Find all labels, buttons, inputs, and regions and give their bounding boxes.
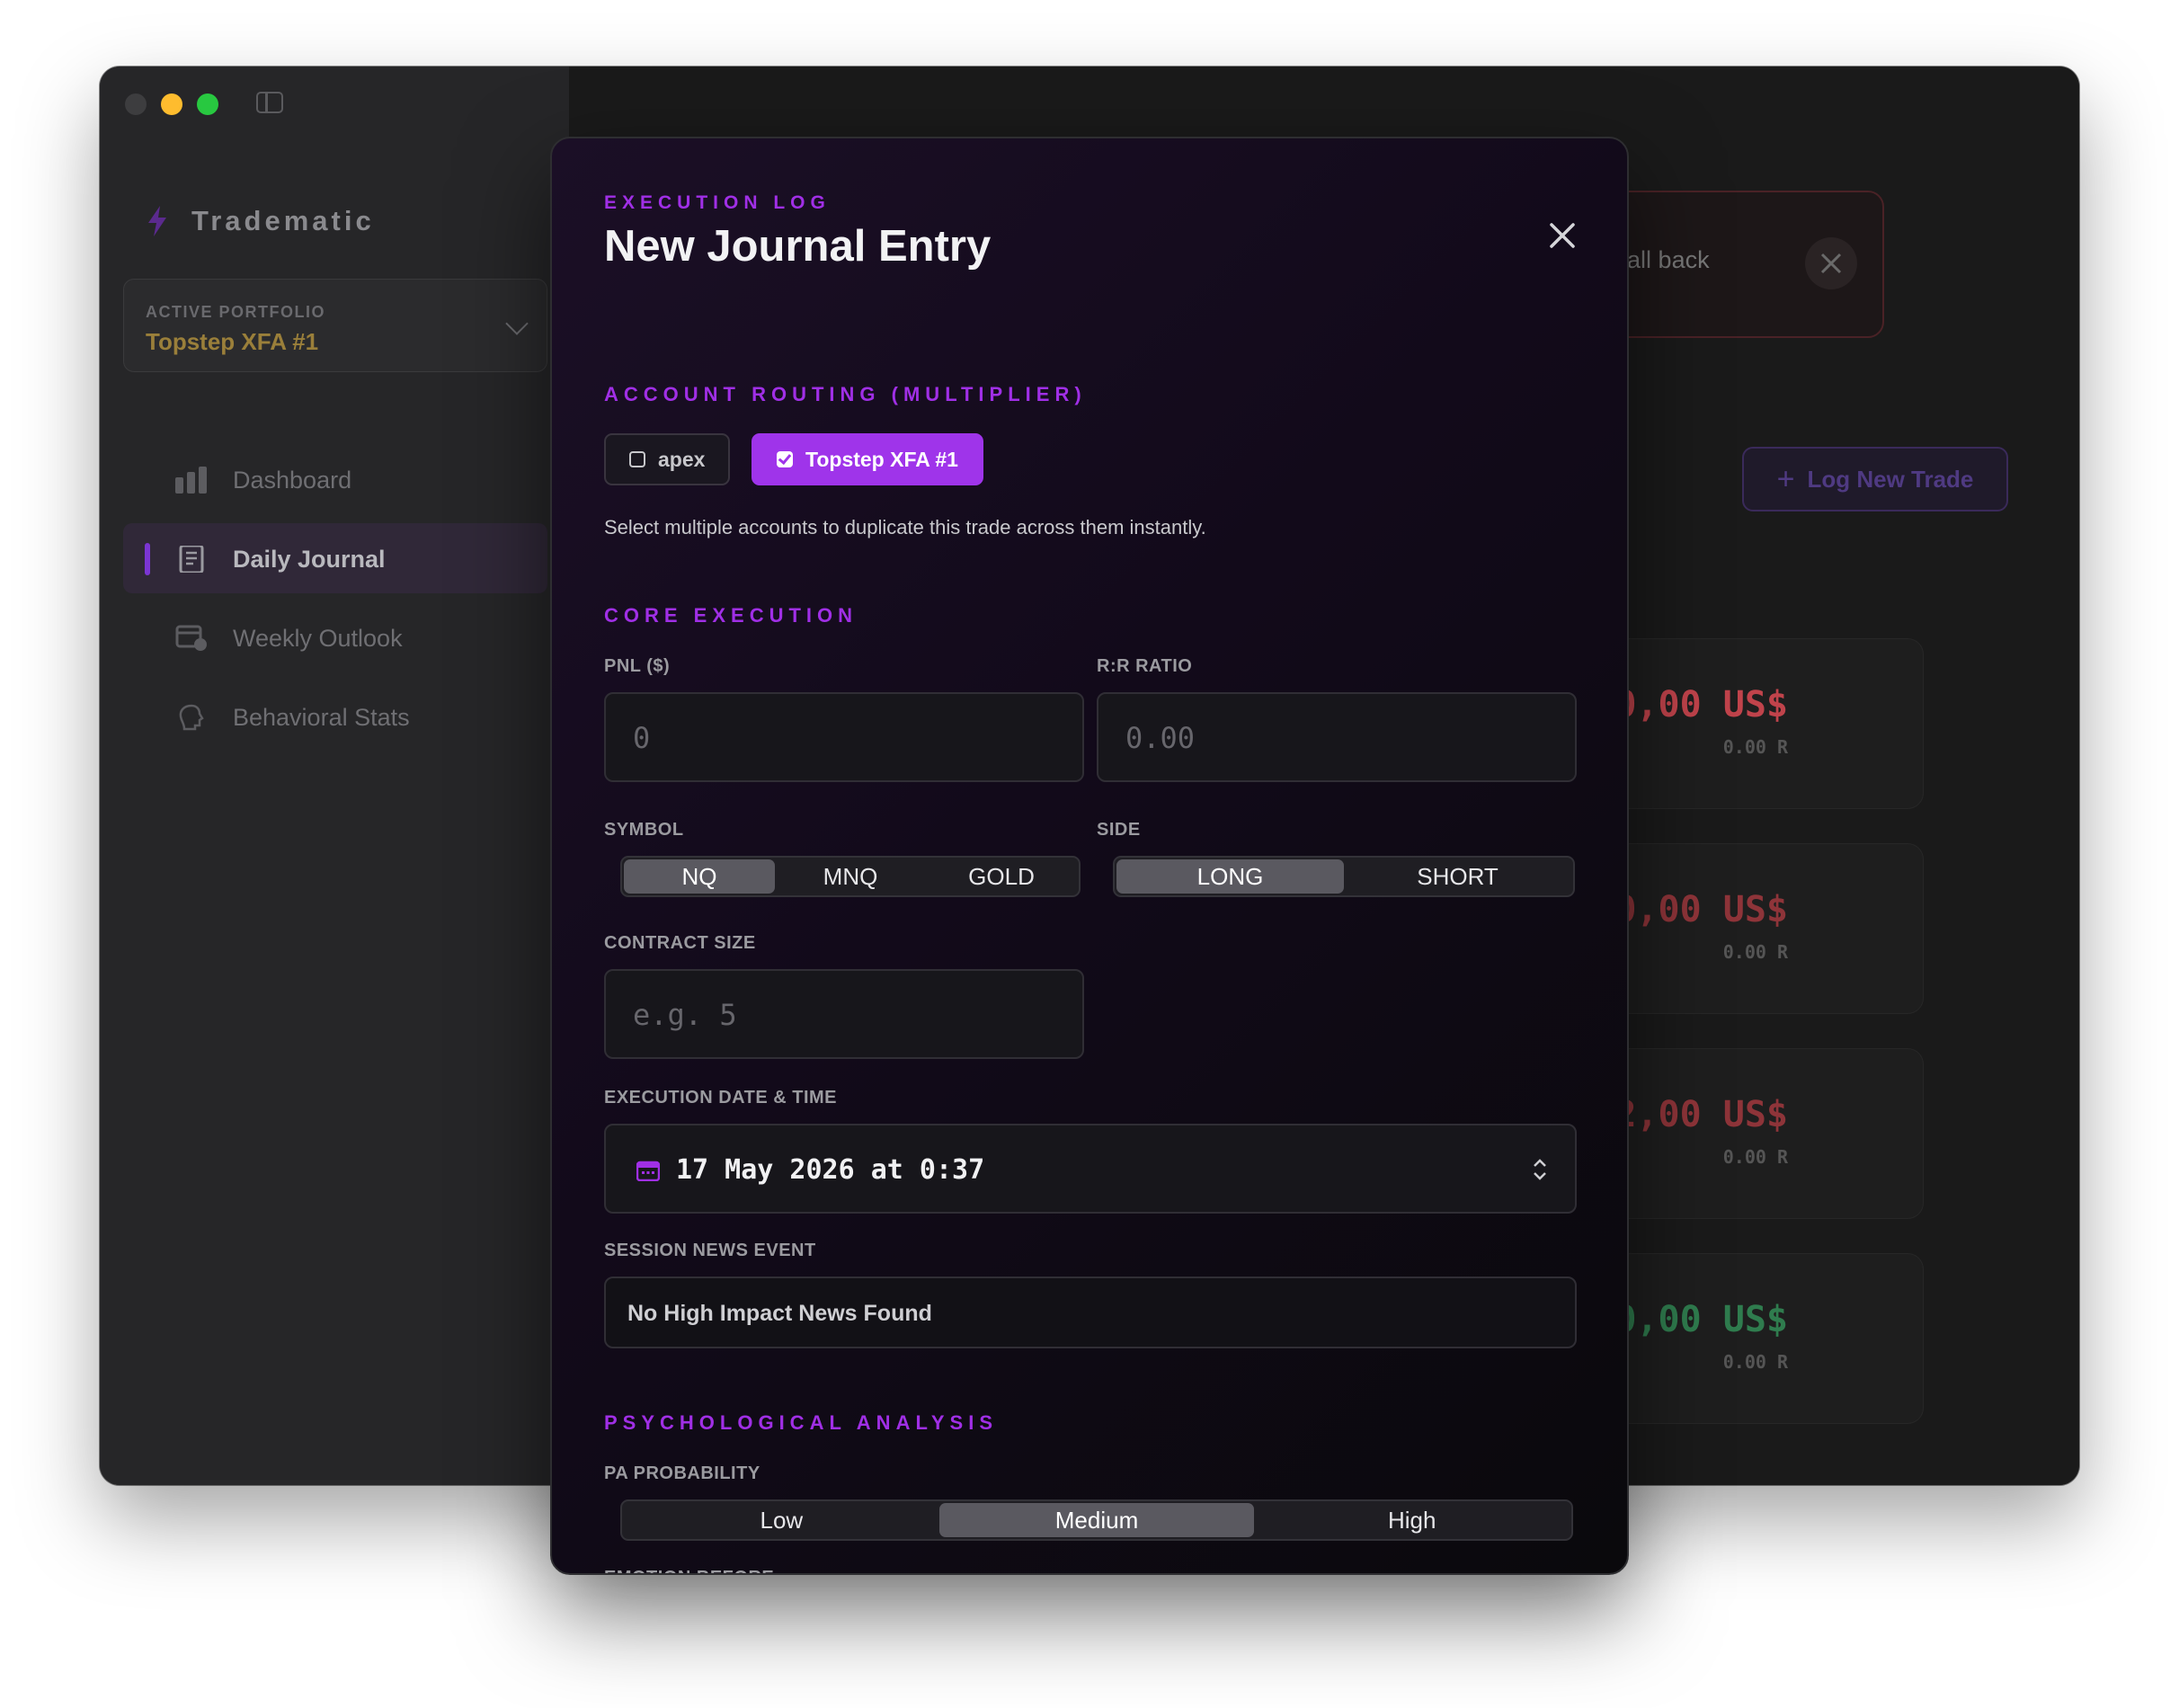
symbol-label: SYMBOL	[604, 820, 684, 840]
pa-probability-segmented-control: Low Medium High	[620, 1499, 1573, 1541]
bolt-icon	[148, 206, 166, 236]
pa-option-low[interactable]: Low	[624, 1503, 939, 1537]
sidebar-item-dashboard[interactable]: Dashboard	[123, 444, 547, 514]
chevron-down-icon	[505, 312, 529, 335]
side-option-long[interactable]: LONG	[1116, 859, 1344, 894]
section-title-routing: ACCOUNT ROUTING (MULTIPLIER)	[604, 383, 1087, 405]
contract-size-label: CONTRACT SIZE	[604, 933, 756, 953]
pnl-label: PNL ($)	[604, 656, 671, 676]
contract-size-input[interactable]: e.g. 5	[604, 969, 1084, 1059]
sidebar-toggle-icon[interactable]	[256, 92, 283, 113]
contract-size-placeholder: e.g. 5	[633, 998, 737, 1032]
app-name: Tradematic	[191, 205, 375, 236]
log-new-trade-label: Log New Trade	[1807, 465, 1974, 493]
datetime-picker[interactable]: 17 May 2026 at 0:37	[604, 1124, 1577, 1214]
pnl-input[interactable]: 0	[604, 692, 1084, 782]
brain-icon	[179, 704, 204, 731]
section-title-psych: PSYCHOLOGICAL ANALYSIS	[604, 1411, 999, 1434]
window-controls	[125, 93, 218, 115]
pnl-placeholder: 0	[633, 721, 651, 755]
session-news-field: No High Impact News Found	[604, 1277, 1577, 1348]
emotion-before-label: EMOTION BEFORE	[604, 1568, 774, 1573]
routing-helper-text: Select multiple accounts to duplicate th…	[604, 516, 1206, 538]
log-new-trade-button[interactable]: + Log New Trade	[1742, 447, 2008, 512]
session-news-label: SESSION NEWS EVENT	[604, 1241, 816, 1260]
sidebar-item-behavioral-stats[interactable]: Behavioral Stats	[123, 681, 547, 752]
account-chip-topstep[interactable]: Topstep XFA #1	[752, 433, 983, 485]
modal-title: New Journal Entry	[604, 222, 992, 271]
calendar-clock-icon	[175, 625, 207, 651]
trade-r-value: 0.00 R	[1722, 1351, 1788, 1373]
sidebar: Tradematic ACTIVE PORTFOLIO Topstep XFA …	[100, 67, 570, 1485]
banner-close-button[interactable]	[1805, 237, 1857, 289]
side-segmented-control: LONG SHORT	[1113, 856, 1575, 897]
account-chip-apex[interactable]: apex	[604, 433, 731, 485]
checkbox-icon	[629, 451, 645, 467]
active-indicator	[145, 543, 150, 575]
trade-r-value: 0.00 R	[1722, 1146, 1788, 1168]
maximize-window-button[interactable]	[197, 93, 218, 115]
datetime-label: EXECUTION DATE & TIME	[604, 1088, 838, 1108]
symbol-option-nq[interactable]: NQ	[624, 859, 775, 894]
section-title-core: CORE EXECUTION	[604, 604, 858, 627]
close-icon	[1820, 253, 1842, 274]
portfolio-label: ACTIVE PORTFOLIO	[146, 303, 326, 321]
pa-option-high[interactable]: High	[1254, 1503, 1570, 1537]
bar-chart-icon	[175, 467, 207, 494]
new-journal-entry-modal: EXECUTION LOG New Journal Entry ACCOUNT …	[550, 137, 1629, 1575]
checked-checkbox-icon	[777, 451, 793, 467]
minimize-window-button[interactable]	[161, 93, 182, 115]
pa-option-medium[interactable]: Medium	[938, 1503, 1255, 1537]
sidebar-item-label: Dashboard	[233, 467, 352, 494]
plus-icon: +	[1776, 462, 1795, 496]
brand: Tradematic	[147, 205, 375, 237]
rr-label: R:R RATIO	[1097, 656, 1193, 676]
session-news-value: No High Impact News Found	[627, 1301, 932, 1326]
pa-probability-label: PA PROBABILITY	[604, 1463, 760, 1483]
stepper-chevrons-icon[interactable]	[1532, 1156, 1548, 1183]
modal-eyebrow: EXECUTION LOG	[604, 192, 831, 213]
symbol-option-mnq[interactable]: MNQ	[775, 859, 926, 894]
symbol-segmented-control: NQ MNQ GOLD	[620, 856, 1081, 897]
side-option-short[interactable]: SHORT	[1344, 859, 1571, 894]
close-window-button[interactable]	[125, 93, 147, 115]
portfolio-value: Topstep XFA #1	[146, 328, 319, 355]
portfolio-selector[interactable]: ACTIVE PORTFOLIO Topstep XFA #1	[123, 279, 547, 372]
journal-icon	[179, 546, 204, 573]
rr-placeholder: 0.00	[1125, 721, 1196, 755]
sidebar-item-label: Daily Journal	[233, 546, 386, 573]
rr-input[interactable]: 0.00	[1097, 692, 1577, 782]
trade-r-value: 0.00 R	[1722, 736, 1788, 758]
sidebar-item-label: Weekly Outlook	[233, 625, 403, 652]
symbol-option-gold[interactable]: GOLD	[926, 859, 1077, 894]
account-chip-label: Topstep XFA #1	[805, 447, 958, 471]
sidebar-item-daily-journal[interactable]: Daily Journal	[123, 523, 547, 593]
sidebar-item-label: Behavioral Stats	[233, 704, 410, 731]
sidebar-nav: Dashboard Daily Journal Weekly Outlook B…	[123, 444, 547, 761]
datetime-value: 17 May 2026 at 0:37	[676, 1154, 985, 1186]
side-label: SIDE	[1097, 820, 1141, 840]
close-icon[interactable]	[1546, 219, 1579, 252]
trade-r-value: 0.00 R	[1722, 941, 1788, 963]
sidebar-item-weekly-outlook[interactable]: Weekly Outlook	[123, 602, 547, 672]
calendar-icon	[636, 1161, 660, 1181]
account-chip-label: apex	[658, 447, 706, 471]
